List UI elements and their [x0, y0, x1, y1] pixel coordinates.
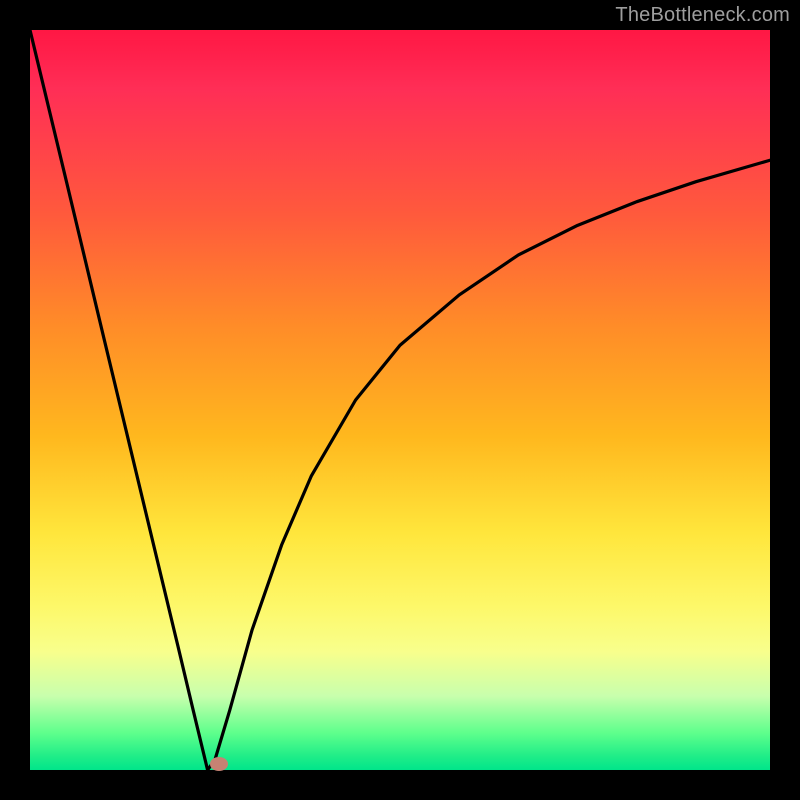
min-point-marker — [210, 757, 228, 771]
watermark-text: TheBottleneck.com — [615, 4, 790, 27]
curve-right-branch — [208, 160, 770, 770]
bottleneck-curve — [30, 30, 770, 770]
curve-left-branch — [30, 30, 208, 770]
chart-frame: TheBottleneck.com — [0, 0, 800, 800]
